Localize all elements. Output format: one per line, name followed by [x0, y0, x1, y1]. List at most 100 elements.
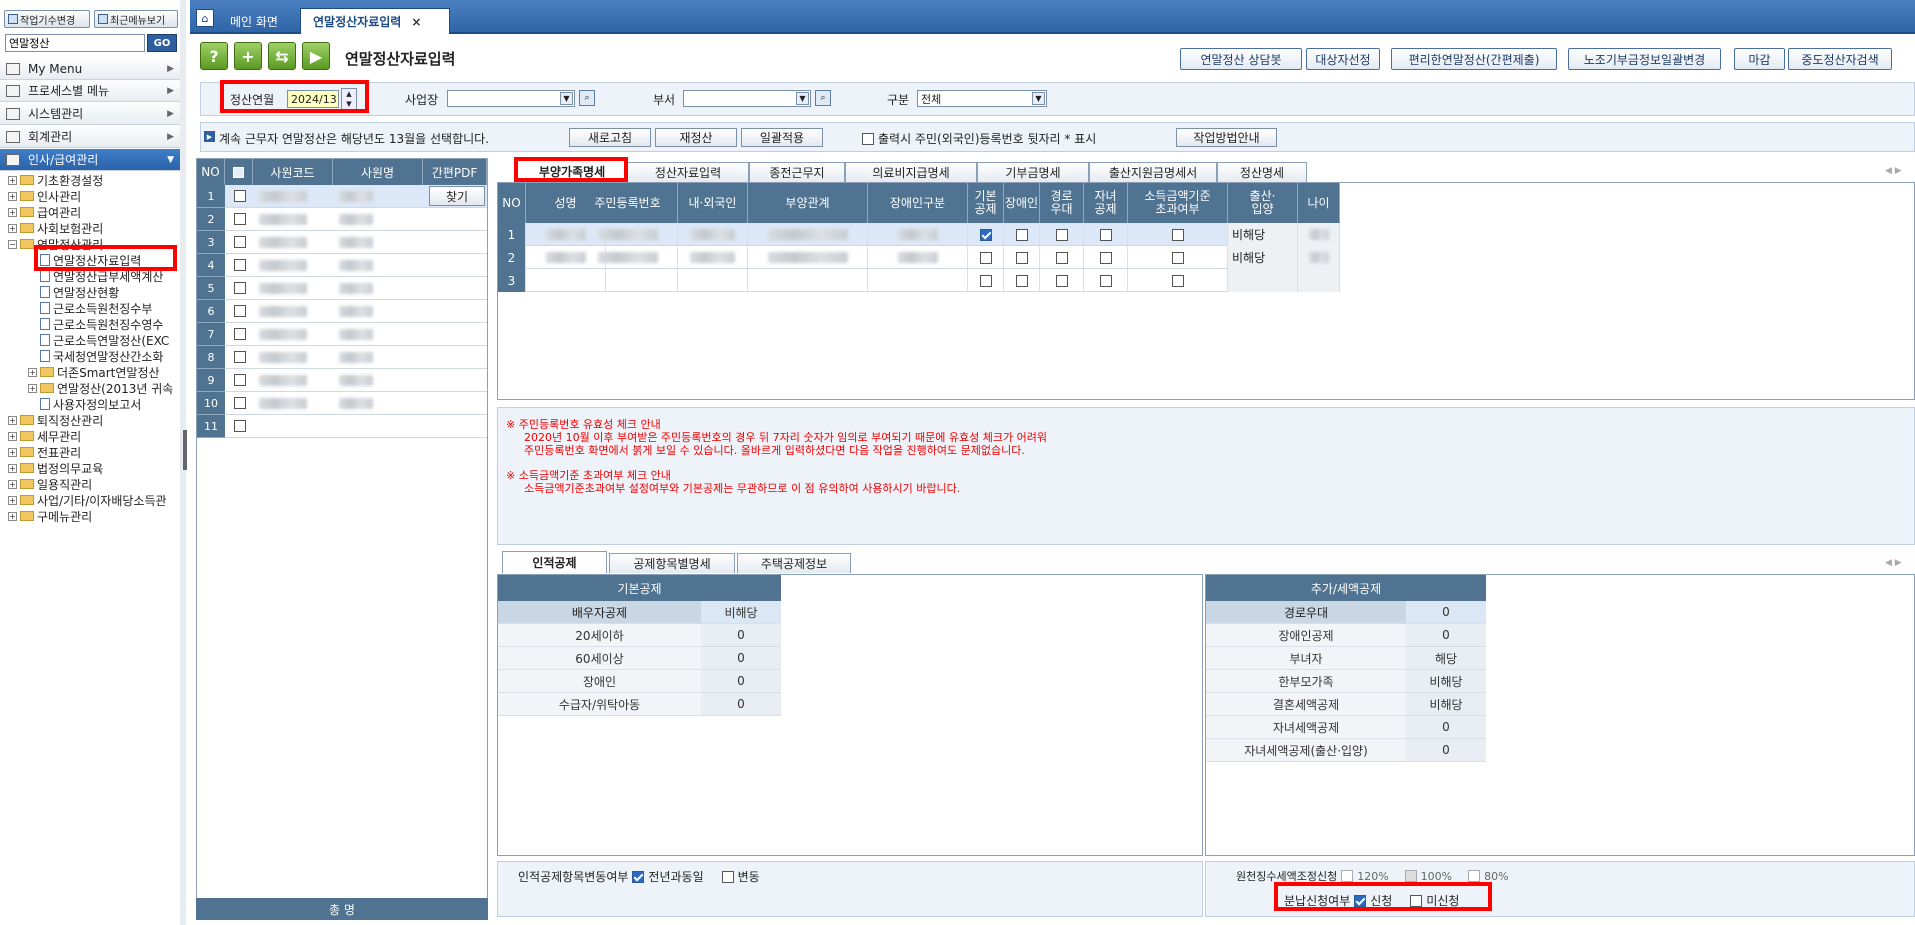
- dep-col-4[interactable]: 부양관계: [748, 183, 868, 223]
- type-select[interactable]: 전체 ▼: [917, 90, 1047, 107]
- dep-cell[interactable]: [578, 246, 678, 269]
- dep-cell[interactable]: [968, 246, 1004, 269]
- dep-checkbox[interactable]: [1015, 251, 1028, 264]
- subtab-1[interactable]: 정산자료입력: [627, 162, 749, 182]
- table-row[interactable]: 7: [197, 323, 487, 346]
- dep-cell[interactable]: [1040, 223, 1084, 246]
- col-check[interactable]: [225, 159, 253, 185]
- expand-icon[interactable]: +: [8, 479, 17, 489]
- tree-item[interactable]: + 기초환경설정: [8, 172, 103, 188]
- site-select[interactable]: ▼: [447, 90, 575, 107]
- dep-cell[interactable]: [678, 223, 748, 246]
- dep-checkbox[interactable]: [1171, 251, 1184, 264]
- dep-cell[interactable]: [1084, 246, 1128, 269]
- dep-checkbox[interactable]: [1055, 228, 1068, 241]
- table-row[interactable]: 4: [197, 254, 487, 277]
- dep-checkbox[interactable]: [1171, 274, 1184, 287]
- find-pdf-button[interactable]: 찾기: [429, 186, 485, 206]
- subtab-2[interactable]: 종전근무지: [749, 162, 845, 182]
- tree-item[interactable]: + 사회보험관리: [8, 220, 103, 236]
- print-mask-checkbox[interactable]: [862, 132, 874, 145]
- tree-item[interactable]: 연말정산급부세액계산: [28, 268, 163, 284]
- expand-icon[interactable]: +: [8, 447, 17, 457]
- subtab-3[interactable]: 의료비지급명세: [845, 162, 977, 182]
- col-emp-code[interactable]: 사원코드: [253, 159, 333, 185]
- extra-value[interactable]: 0: [1406, 739, 1486, 762]
- dep-cell[interactable]: [1228, 269, 1298, 292]
- apply-checkbox[interactable]: [1354, 894, 1367, 907]
- dep-col-8[interactable]: 경로 우대: [1040, 183, 1084, 223]
- tree-item[interactable]: 근로소득원천징수영수: [28, 316, 163, 332]
- dep-checkbox[interactable]: [979, 251, 992, 264]
- row-checkbox[interactable]: [234, 282, 246, 294]
- dep-col-10[interactable]: 소득금액기준 초과여부: [1128, 183, 1228, 223]
- dep-cell[interactable]: [678, 269, 748, 292]
- spin-up-icon[interactable]: ▲: [346, 90, 351, 98]
- dep-cell[interactable]: [578, 223, 678, 246]
- spin-down-icon[interactable]: ▼: [346, 100, 351, 108]
- dep-checkbox[interactable]: [1055, 251, 1068, 264]
- row-checkbox[interactable]: [234, 351, 246, 363]
- row-checkbox[interactable]: [234, 328, 246, 340]
- dep-cell[interactable]: [1128, 223, 1228, 246]
- dep-checkbox[interactable]: [979, 274, 992, 287]
- basic-value[interactable]: 비해당: [701, 601, 781, 624]
- table-row[interactable]: 3: [498, 269, 1340, 292]
- extra-value[interactable]: 비해당: [1406, 670, 1486, 693]
- table-row[interactable]: 1 비해당: [498, 223, 1340, 246]
- row-checkbox[interactable]: [234, 374, 246, 386]
- col-emp-name[interactable]: 사원명: [333, 159, 423, 185]
- tree-item[interactable]: + 전표관리: [8, 444, 81, 460]
- dep-col-6[interactable]: 기본 공제: [968, 183, 1004, 223]
- menu-search-input[interactable]: [5, 34, 145, 52]
- row-checkbox[interactable]: [234, 213, 246, 225]
- extra-value[interactable]: 해당: [1406, 647, 1486, 670]
- dep-col-0[interactable]: NO: [498, 183, 526, 223]
- dep-col-11[interactable]: 출산· 입양: [1228, 183, 1298, 223]
- extra-value[interactable]: 비해당: [1406, 693, 1486, 716]
- table-row[interactable]: 10: [197, 392, 487, 415]
- dep-cell[interactable]: [748, 246, 868, 269]
- table-row[interactable]: 8: [197, 346, 487, 369]
- dep-checkbox[interactable]: [1055, 274, 1068, 287]
- dep-checkbox[interactable]: [1171, 228, 1184, 241]
- subtab-5[interactable]: 출산지원금명세서: [1089, 162, 1217, 182]
- tab-year-end-input[interactable]: 연말정산자료입력 ×: [300, 8, 450, 34]
- col-pdf[interactable]: 간편PDF: [423, 159, 487, 185]
- bottom-tab-scroll-arrows[interactable]: ◀ ▶: [1885, 558, 1902, 568]
- table-row[interactable]: 3: [197, 231, 487, 254]
- play-button[interactable]: ▶: [302, 42, 330, 70]
- subtab-0[interactable]: 부양가족명세: [517, 160, 627, 182]
- expand-icon[interactable]: +: [8, 223, 17, 233]
- pct-80-checkbox[interactable]: [1468, 870, 1481, 882]
- row-checkbox[interactable]: [234, 397, 246, 409]
- dep-checkbox[interactable]: [1099, 251, 1112, 264]
- tree-item[interactable]: + 연말정산(2013년 귀속: [28, 380, 173, 396]
- tree-item[interactable]: + 사업/기타/이자배당소득관: [8, 492, 167, 508]
- print-mask-option[interactable]: 출력시 주민(외국인)등록번호 뒷자리 * 표시: [862, 130, 1096, 147]
- dep-cell[interactable]: [1298, 246, 1340, 269]
- dep-col-12[interactable]: 나이: [1298, 183, 1340, 223]
- tree-item[interactable]: 사용자정의보고서: [28, 396, 141, 412]
- tree-item[interactable]: 연말정산현황: [28, 284, 119, 300]
- tree-item[interactable]: 근로소득연말정산(EXC: [28, 332, 169, 348]
- dept-select[interactable]: ▼: [683, 90, 811, 107]
- dep-cell[interactable]: [678, 246, 748, 269]
- action-button-3[interactable]: 노조기부금정보일괄변경: [1568, 48, 1721, 70]
- dep-cell[interactable]: [1298, 269, 1340, 292]
- dep-cell[interactable]: [1298, 223, 1340, 246]
- tree-item[interactable]: 연말정산자료입력: [28, 252, 141, 268]
- dep-cell[interactable]: [1040, 246, 1084, 269]
- grid-settings-icon[interactable]: [233, 166, 244, 178]
- pct-100-checkbox[interactable]: [1404, 870, 1417, 882]
- action-button-5[interactable]: 중도정산자검색: [1788, 48, 1892, 70]
- sidebar-menu-2[interactable]: 시스템관리 ▶: [0, 103, 182, 125]
- action-button-1[interactable]: 대상자선정: [1306, 48, 1380, 70]
- row-checkbox[interactable]: [234, 259, 246, 271]
- home-icon[interactable]: ⌂: [196, 9, 214, 27]
- recent-menu-button[interactable]: 최근메뉴보기: [94, 10, 178, 28]
- dep-cell[interactable]: [748, 269, 868, 292]
- tree-item[interactable]: + 퇴직정산관리: [8, 412, 103, 428]
- dep-cell[interactable]: [1004, 223, 1040, 246]
- dep-col-5[interactable]: 장애인구분: [868, 183, 968, 223]
